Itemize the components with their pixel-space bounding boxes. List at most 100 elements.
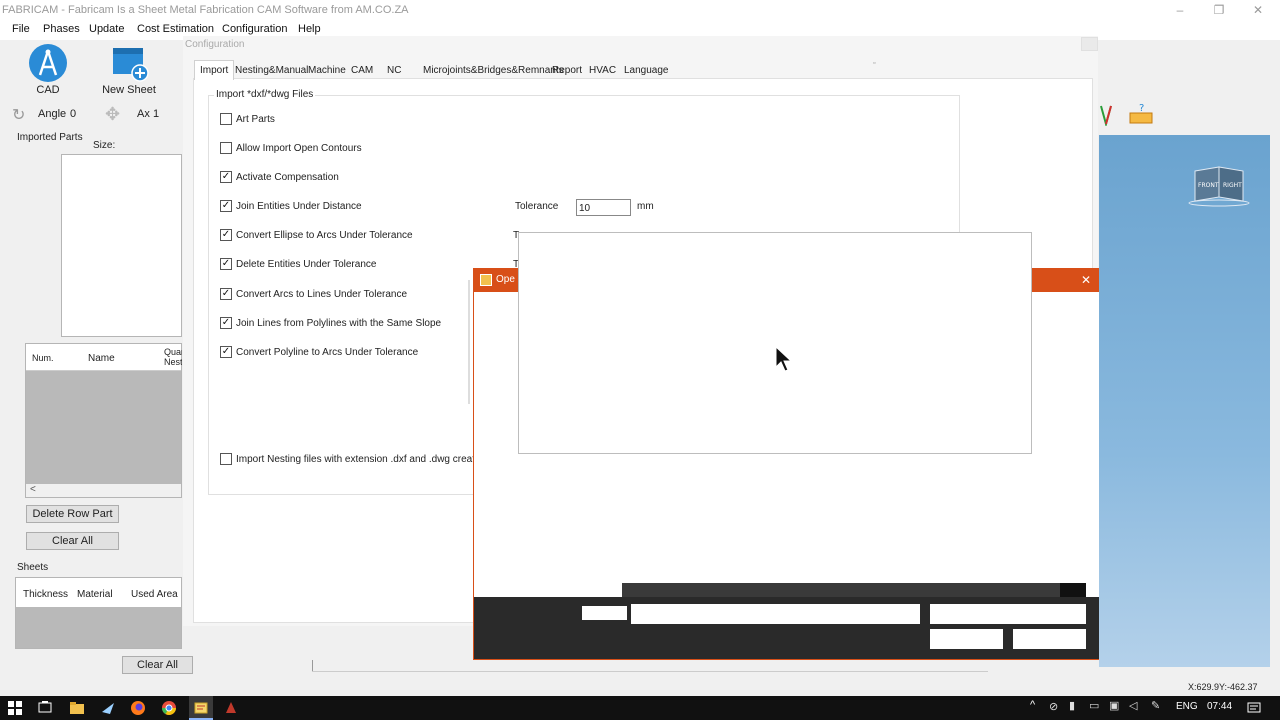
tab-nesting-manual[interactable]: Nesting&Manual [232, 63, 311, 78]
sheets-table[interactable]: Thickness Material Used Area [15, 577, 182, 649]
compass-icon [29, 44, 67, 82]
taskbar: ^ ⊘ ▮ ▭ ▣ ◁ ✎ ENG 07:44 [0, 696, 1280, 720]
checkbox[interactable] [220, 113, 232, 125]
new-sheet-label: New Sheet [102, 84, 156, 96]
tray-security-icon[interactable]: ⊘ [1049, 700, 1058, 713]
tray-usb-icon[interactable]: ▮ [1069, 699, 1075, 712]
tolerance-label: Tolerance [515, 201, 559, 212]
checkbox-checked[interactable]: ✓ [220, 258, 232, 270]
size-label: Size: [93, 140, 116, 151]
checkbox-checked[interactable]: ✓ [220, 317, 232, 329]
fabricam-taskbar-button[interactable] [189, 696, 213, 720]
file-type-select[interactable] [930, 604, 1086, 624]
config-close-button[interactable] [1081, 37, 1098, 51]
dialog-scrollbar[interactable] [622, 583, 1086, 597]
tray-volume-icon[interactable]: ◁ [1129, 699, 1137, 712]
cancel-button[interactable] [1013, 629, 1086, 649]
config-restore-icon: ▫ [873, 60, 876, 67]
open-button[interactable] [930, 629, 1003, 649]
menu-update[interactable]: Update [89, 23, 124, 35]
tab-machine[interactable]: Machine [305, 63, 349, 78]
tray-clock[interactable]: 07:44 [1207, 701, 1232, 712]
parts-table[interactable]: Num. Name Quan Nest < [25, 343, 182, 498]
scroll-left-icon[interactable]: < [30, 484, 36, 495]
view-cube-right: RIGHT [1223, 182, 1242, 189]
tab-import[interactable]: Import [194, 60, 235, 80]
menu-configuration[interactable]: Configuration [222, 23, 287, 35]
tab-microjoints[interactable]: Microjoints&Bridges&Remnants [420, 63, 567, 78]
tray-network-icon[interactable]: ▣ [1109, 699, 1119, 712]
checkbox-checked[interactable]: ✓ [220, 288, 232, 300]
tab-cam[interactable]: CAM [348, 63, 376, 78]
angle-value[interactable]: 0 [70, 108, 76, 120]
file-explorer-icon[interactable] [69, 700, 85, 716]
tray-pen-icon[interactable]: ✎ [1151, 699, 1160, 712]
menu-phases[interactable]: Phases [43, 23, 80, 35]
window-title: FABRICAM - Fabricam Is a Sheet Metal Fab… [2, 4, 409, 16]
part-preview [61, 154, 182, 337]
config-title: Configuration [185, 39, 245, 50]
checkbox-checked[interactable]: ✓ [220, 229, 232, 241]
steam-icon[interactable] [100, 700, 116, 716]
checkbox-checked[interactable]: ✓ [220, 200, 232, 212]
tray-language[interactable]: ENG [1176, 701, 1198, 712]
sheets-table-header: Thickness Material Used Area [16, 578, 181, 607]
tab-language[interactable]: Language [621, 63, 672, 78]
maximize-button[interactable]: ❐ [1211, 2, 1227, 18]
file-name-input[interactable] [631, 604, 920, 624]
viewport-3d[interactable]: FRONT RIGHT [1099, 135, 1270, 667]
axis-icon[interactable] [1098, 104, 1114, 126]
close-icon[interactable]: ✕ [1081, 273, 1091, 287]
file-name-label [582, 606, 627, 620]
cad-button[interactable] [28, 43, 68, 86]
tray-chevron-up-icon[interactable]: ^ [1030, 699, 1035, 711]
checkbox-checked[interactable]: ✓ [220, 346, 232, 358]
delete-row-part-button[interactable]: Delete Row Part [26, 505, 119, 523]
minimize-button[interactable]: – [1172, 2, 1188, 18]
notifications-icon[interactable] [1246, 700, 1262, 716]
tab-report[interactable]: Report [549, 63, 585, 78]
option-label: Art Parts [236, 114, 275, 125]
tray-battery-icon[interactable]: ▭ [1089, 699, 1099, 712]
svg-text:?: ? [1139, 103, 1144, 114]
rotate-icon[interactable]: ↻ [12, 105, 25, 125]
folder-icon [480, 274, 492, 286]
menu-file[interactable]: File [12, 23, 30, 35]
col-quan-nest: Quan Nest [164, 347, 182, 367]
checkbox-checked[interactable]: ✓ [220, 171, 232, 183]
task-view-icon[interactable] [37, 700, 53, 716]
parts-table-header: Num. Name Quan Nest [26, 344, 182, 371]
firefox-icon[interactable] [130, 700, 146, 716]
option-label: Convert Ellipse to Arcs Under Tolerance [236, 230, 413, 241]
windows-start-icon[interactable] [7, 700, 23, 716]
pdf-app-icon[interactable] [223, 700, 239, 716]
clear-all-sheets-button[interactable]: Clear All [122, 656, 193, 674]
new-sheet-button[interactable] [111, 46, 149, 85]
status-coordinates: X:629.9Y:-462.37 [1188, 682, 1258, 692]
scroll-thumb[interactable] [1060, 583, 1086, 597]
bottom-line [312, 671, 988, 672]
tab-nc[interactable]: NC [384, 63, 404, 78]
horizontal-scrollbar[interactable]: < [26, 484, 181, 497]
tab-hvac[interactable]: HVAC [586, 63, 619, 78]
checkbox[interactable] [220, 142, 232, 154]
checkbox[interactable] [220, 453, 232, 465]
col-num: Num. [32, 353, 54, 363]
menu-cost-estimation[interactable]: Cost Estimation [137, 23, 214, 35]
view-cube-icon[interactable]: FRONT RIGHT [1185, 163, 1255, 207]
tolerance-input[interactable]: 10 [576, 199, 631, 216]
menu-help[interactable]: Help [298, 23, 321, 35]
col-used-area: Used Area [131, 589, 178, 600]
help-ruler-icon[interactable]: ? [1128, 101, 1154, 127]
close-window-button[interactable]: ✕ [1250, 2, 1266, 18]
title-bar: FABRICAM - Fabricam Is a Sheet Metal Fab… [0, 0, 1280, 20]
move-icon[interactable]: ✥ [105, 104, 120, 125]
clear-all-parts-button[interactable]: Clear All [26, 532, 119, 550]
mouse-cursor-icon [775, 346, 793, 372]
cad-label: CAD [36, 84, 60, 96]
chrome-icon[interactable] [161, 700, 177, 716]
option-label: Allow Import Open Contours [236, 143, 362, 154]
option-label: Convert Arcs to Lines Under Tolerance [236, 289, 408, 300]
open-dialog-title: Ope [496, 274, 515, 285]
ax-value[interactable]: 1 [153, 108, 159, 120]
